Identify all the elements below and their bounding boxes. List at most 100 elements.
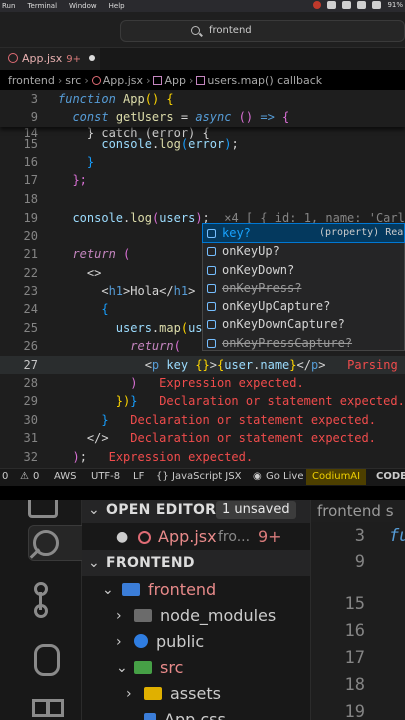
globe-icon (134, 634, 148, 648)
line-code: users.map(us (115, 321, 203, 335)
unsaved-dot-icon[interactable] (89, 55, 96, 61)
line-number: 17 (23, 173, 38, 187)
folder-icon (122, 583, 140, 596)
code-line-current[interactable]: 27 <p key {}>{user.name}</p> Parsing (0, 356, 405, 375)
property-icon (207, 265, 216, 275)
codiumai-button[interactable]: CodiumAI (306, 469, 367, 485)
search-icon (191, 26, 200, 35)
line-code: })} Declaration or statement expected. (115, 394, 405, 408)
warning-icon[interactable]: ⚠ (20, 469, 29, 485)
tree-item-label: src (160, 658, 184, 677)
errors-count[interactable]: 0 (2, 469, 8, 485)
suggest-item-deprecated[interactable]: onKeyPressCapture? (203, 334, 404, 352)
sticky-scroll[interactable]: 3 function App() { 9 const getUsers = as… (0, 90, 405, 127)
code-line[interactable]: 15 console.log(error); (0, 135, 405, 153)
chevron-right-icon: › (116, 608, 122, 624)
code-line[interactable]: 32 ); Expression expected. (0, 448, 405, 466)
code-line[interactable]: 3 function App() { (0, 90, 405, 108)
chevron-right-icon: › (126, 686, 132, 702)
code-line[interactable]: 29 })} Declaration or statement expected… (0, 392, 405, 410)
menu-terminal[interactable]: Terminal (27, 2, 57, 10)
command-center-search[interactable]: frontend (120, 20, 405, 42)
breadcrumb: frontend › src › App.jsx › App › users.map() cal… (0, 72, 405, 90)
status-icon[interactable] (327, 1, 337, 9)
line-code: } (58, 155, 95, 169)
record-icon[interactable] (313, 1, 322, 9)
code-line[interactable]: 16 } (0, 153, 405, 171)
suggest-item[interactable]: onKeyDown? (203, 261, 404, 279)
language-mode[interactable]: JavaScript JSX (172, 469, 241, 485)
tree-item-assets[interactable]: › assets (82, 681, 310, 707)
warnings-count[interactable]: 0 (33, 469, 39, 485)
extensions-icon[interactable] (28, 695, 64, 720)
suggest-item[interactable]: onKeyDownCapture? (203, 315, 404, 333)
bluetooth-icon[interactable] (372, 1, 382, 9)
unsaved-dot-icon[interactable]: ● (116, 524, 128, 550)
tree-item-src[interactable]: ⌄ src (82, 655, 310, 681)
line-number: 18 (344, 675, 365, 695)
chevron-down-icon: ⌄ (88, 502, 100, 518)
code-line[interactable]: 28 ) Expression expected. (0, 374, 405, 392)
code-line[interactable]: 17 }; (0, 171, 405, 189)
code-line[interactable]: 18 (0, 190, 405, 208)
run-debug-icon[interactable] (28, 638, 64, 676)
breadcrumb-item[interactable]: src (65, 74, 81, 87)
suggest-item[interactable]: key? (property) Rea (202, 222, 405, 244)
property-icon (207, 283, 216, 293)
tree-item-public[interactable]: › public (82, 629, 310, 655)
folder-icon (134, 609, 152, 622)
eol-status[interactable]: LF (133, 469, 144, 485)
line-code: ) Expression expected. (130, 376, 304, 390)
error-lens-message: Declaration or statement expected. (130, 413, 376, 427)
code-line[interactable]: 31 </> Declaration or statement expected… (0, 429, 405, 447)
chevron-right-icon: › (146, 74, 151, 87)
breadcrumb-item[interactable]: App (164, 74, 186, 87)
line-code: <> (58, 266, 102, 280)
open-editors-header[interactable]: ⌄ OPEN EDITORS 1 unsaved (82, 500, 310, 523)
line-number: 15 (23, 137, 38, 151)
status-icon[interactable] (342, 1, 352, 9)
line-number: 30 (23, 413, 38, 427)
line-number: 18 (23, 192, 38, 206)
secondary-editor[interactable]: frontend s 3 fu 9 15 16 17 18 19 (310, 500, 405, 720)
source-control-icon[interactable] (28, 580, 64, 616)
tree-item-label: public (156, 632, 205, 651)
symbol-icon (196, 76, 206, 85)
property-icon (207, 229, 216, 238)
status-icon[interactable] (357, 1, 367, 9)
secondary-breadcrumb[interactable]: frontend s (311, 500, 405, 522)
tree-item-node-modules[interactable]: › node_modules (82, 603, 310, 629)
codeium-button[interactable]: CODE (376, 469, 405, 485)
line-code: return( (130, 339, 181, 353)
menu-help[interactable]: Help (109, 2, 125, 10)
breadcrumb-item[interactable]: users.map() callback (207, 74, 322, 87)
encoding-status[interactable]: UTF-8 (91, 469, 120, 485)
menu-run[interactable]: Run (2, 2, 15, 10)
open-editor-item[interactable]: ● App.jsx fro... 9+ (82, 524, 310, 550)
symbol-icon (153, 76, 163, 85)
suggest-item[interactable]: onKeyUp? (203, 242, 404, 260)
activity-bar (0, 500, 102, 720)
breadcrumb-item[interactable]: App.jsx (103, 74, 143, 87)
property-icon (207, 247, 216, 257)
code-line[interactable]: 30 } Declaration or statement expected. (0, 411, 405, 429)
suggest-item-deprecated[interactable]: onKeyPress? (203, 279, 404, 297)
menu-window[interactable]: Window (69, 2, 97, 10)
tree-item-frontend[interactable]: ⌄ frontend (82, 577, 310, 603)
go-live-button[interactable]: Go Live (266, 469, 303, 485)
react-file-icon (138, 531, 151, 544)
suggest-item[interactable]: onKeyUpCapture? (203, 297, 404, 315)
line-number: 16 (344, 621, 365, 641)
folder-icon (144, 687, 162, 700)
suggest-detail: (property) Rea (319, 227, 404, 238)
aws-status[interactable]: AWS (54, 469, 77, 485)
breadcrumb-item[interactable]: frontend (8, 74, 55, 87)
tree-item-app-css[interactable]: App.css (82, 707, 310, 720)
battery-percent: 91% (387, 1, 403, 9)
code-line[interactable]: 9 const getUsers = async () => { (0, 108, 405, 126)
explorer-icon[interactable] (28, 500, 58, 518)
line-number: 29 (23, 394, 38, 408)
code-editor[interactable]: 3 function App() { 9 const getUsers = as… (0, 90, 405, 468)
tab-app-jsx[interactable]: App.jsx 9+ (0, 48, 100, 70)
workspace-header[interactable]: ⌄ FRONTEND (82, 550, 310, 576)
